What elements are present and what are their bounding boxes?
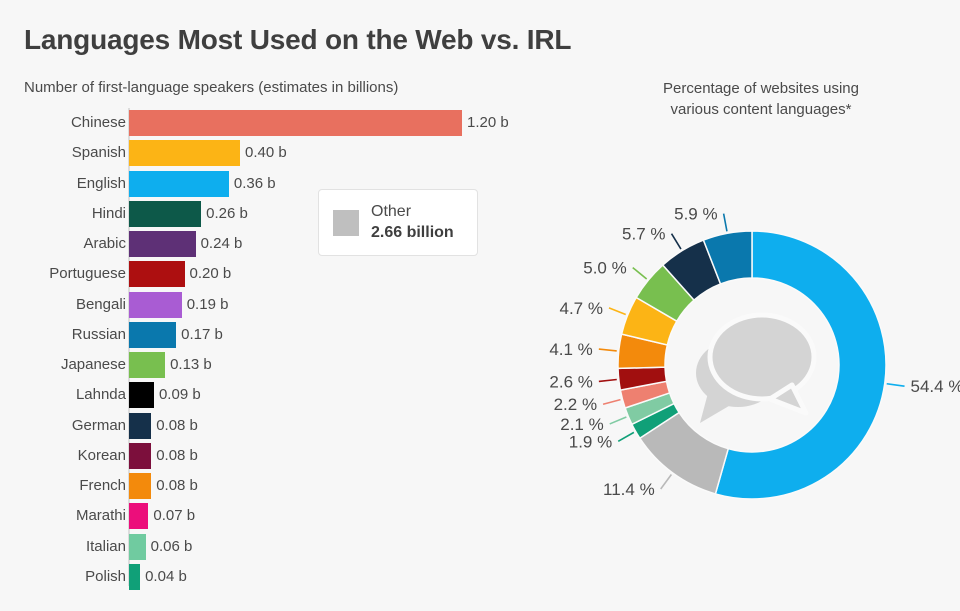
bar-row: Japanese 0.13 b: [0, 352, 540, 378]
bar-rect: [129, 473, 152, 499]
bar-category-label: Bengali: [75, 295, 126, 313]
bar-row: Chinese 1.20 b: [0, 110, 540, 136]
donut-percent-label: 4.1 %: [549, 340, 592, 359]
bar-category-label: Chinese: [70, 114, 126, 131]
donut-percent-label: 11.4 %: [603, 480, 655, 499]
donut-percent-label: 1.9 %: [569, 432, 612, 451]
bar-row: Lahnda 0.09 b: [0, 382, 540, 409]
bar-category-label: Japanese: [60, 356, 126, 373]
bar-category-label: German: [71, 416, 126, 434]
bar-chart-subtitle: Number of first-language speakers (estim…: [24, 79, 399, 96]
bar-rect: [129, 442, 152, 469]
bar-row: Italian 0.06 b: [0, 533, 540, 560]
bar-category-label: Hindi: [91, 204, 126, 222]
speech-bubbles-icon: [696, 312, 817, 423]
donut-subtitle-line-2: various content languages*: [670, 101, 852, 118]
page-title: Languages Most Used on the Web vs. IRL: [24, 24, 572, 55]
bar-rect: [129, 261, 185, 288]
bar-value-label: 0.17 b: [181, 325, 223, 343]
bar-row: Russian 0.17 b: [0, 321, 540, 348]
bar-row: Spanish 0.40 b: [0, 140, 540, 167]
donut-percent-label: 5.7 %: [622, 225, 665, 244]
bar-rect: [129, 321, 177, 348]
bar-value-label: 0.09 b: [158, 386, 201, 404]
bar-category-label: Portuguese: [49, 265, 126, 283]
other-legend-text: Other 2.66 billion: [371, 202, 454, 243]
bar-category-label: Lahnda: [75, 386, 126, 404]
bar-value-label: 0.08 b: [156, 446, 198, 464]
bar-rect: [129, 200, 202, 227]
donut-leader-line: [670, 233, 682, 250]
bar-value-label: 0.13 b: [170, 356, 212, 373]
donut-leader-line: [886, 382, 905, 388]
bar-value-label: 0.20 b: [189, 265, 232, 283]
bar-category-label: Polish: [85, 567, 126, 585]
bar-row: Bengali 0.19 b: [0, 291, 540, 318]
bar-category-label: Marathi: [75, 507, 126, 525]
donut-leader-line: [598, 348, 617, 352]
donut-percent-label: 5.0 %: [583, 259, 626, 278]
donut-chart: 54.4 % 11.4 % 1.9 % 2.1 % 2.2 % 2.6 % 4.1 % 4.7…: [480, 120, 960, 600]
bar-value-label: 0.08 b: [156, 477, 198, 494]
bar-value-label: 0.24 b: [200, 235, 243, 252]
bar-category-label: Korean: [77, 446, 126, 464]
bar-category-label: Italian: [85, 537, 126, 555]
donut-subtitle-line-1: Percentage of websites using: [663, 80, 859, 97]
donut-percent-label: 5.9 %: [674, 205, 717, 224]
bar-rect: [129, 352, 166, 378]
other-legend-label: Other: [371, 203, 412, 220]
bar-category-label: Russian: [71, 325, 126, 343]
bar-row: Portuguese 0.20 b: [0, 261, 540, 288]
donut-percent-label: 2.1 %: [560, 415, 603, 434]
bar-value-label: 0.36 b: [233, 174, 276, 192]
bar-category-label: French: [79, 477, 126, 494]
bar-row: Marathi 0.07 b: [0, 503, 540, 530]
donut-chart-svg: 54.4 % 11.4 % 1.9 %2.1 %2.2 % 2.6 % 4.1 % 4.7…: [549, 205, 960, 500]
bar-row: Polish 0.04 b: [0, 563, 540, 590]
donut-percent-label: 2.6 %: [549, 372, 592, 391]
bar-rect: [129, 563, 141, 590]
other-legend-box: Other 2.66 billion: [318, 189, 478, 256]
infographic-root: Languages Most Used on the Web vs. IRL N…: [0, 0, 960, 611]
bar-rect: [129, 503, 149, 530]
bar-value-label: 0.40 b: [245, 144, 287, 162]
donut-leader-line: [722, 213, 728, 232]
bar-rect: [129, 412, 152, 439]
bar-row: German 0.08 b: [0, 412, 540, 439]
donut-leader-line: [660, 474, 673, 490]
other-legend-value: 2.66 billion: [371, 224, 454, 241]
donut-leader-line: [602, 398, 621, 406]
bar-value-label: 0.19 b: [186, 295, 229, 313]
bar-category-label: English: [76, 174, 126, 192]
bar-value-label: 0.26 b: [206, 204, 248, 222]
bar-chart: Chinese 1.20 b Spanish 0.40 b English 0.36 b H…: [0, 108, 540, 608]
bar-value-label: 0.08 b: [156, 416, 198, 434]
donut-percent-label: 54.4 %: [911, 377, 960, 396]
bar-rect: [129, 140, 240, 167]
bar-rect: [129, 110, 462, 136]
donut-chart-subtitle: Percentage of websites using various con…: [566, 78, 956, 120]
bar-category-label: Spanish: [71, 144, 126, 162]
bar-rect: [129, 231, 196, 257]
bar-rect: [129, 533, 146, 560]
bar-rect: [129, 170, 229, 197]
bar-rect: [129, 291, 182, 318]
bar-row: Korean 0.08 b: [0, 442, 540, 469]
other-swatch-icon: [333, 209, 359, 236]
bar-value-label: 0.06 b: [150, 537, 193, 555]
donut-leader-line: [608, 307, 627, 316]
donut-leader-line: [598, 378, 617, 383]
bar-value-label: 0.07 b: [153, 507, 196, 525]
donut-percent-label: 4.7 %: [560, 299, 603, 318]
donut-leader-line: [632, 266, 648, 280]
bar-category-label: Arabic: [83, 235, 126, 252]
donut-leader-line: [617, 431, 635, 442]
bar-value-label: 0.04 b: [145, 567, 187, 585]
donut-percent-label: 2.2 %: [554, 395, 597, 414]
donut-leader-line: [609, 416, 627, 425]
bar-row: French 0.08 b: [0, 473, 540, 499]
bar-rect: [129, 382, 154, 409]
